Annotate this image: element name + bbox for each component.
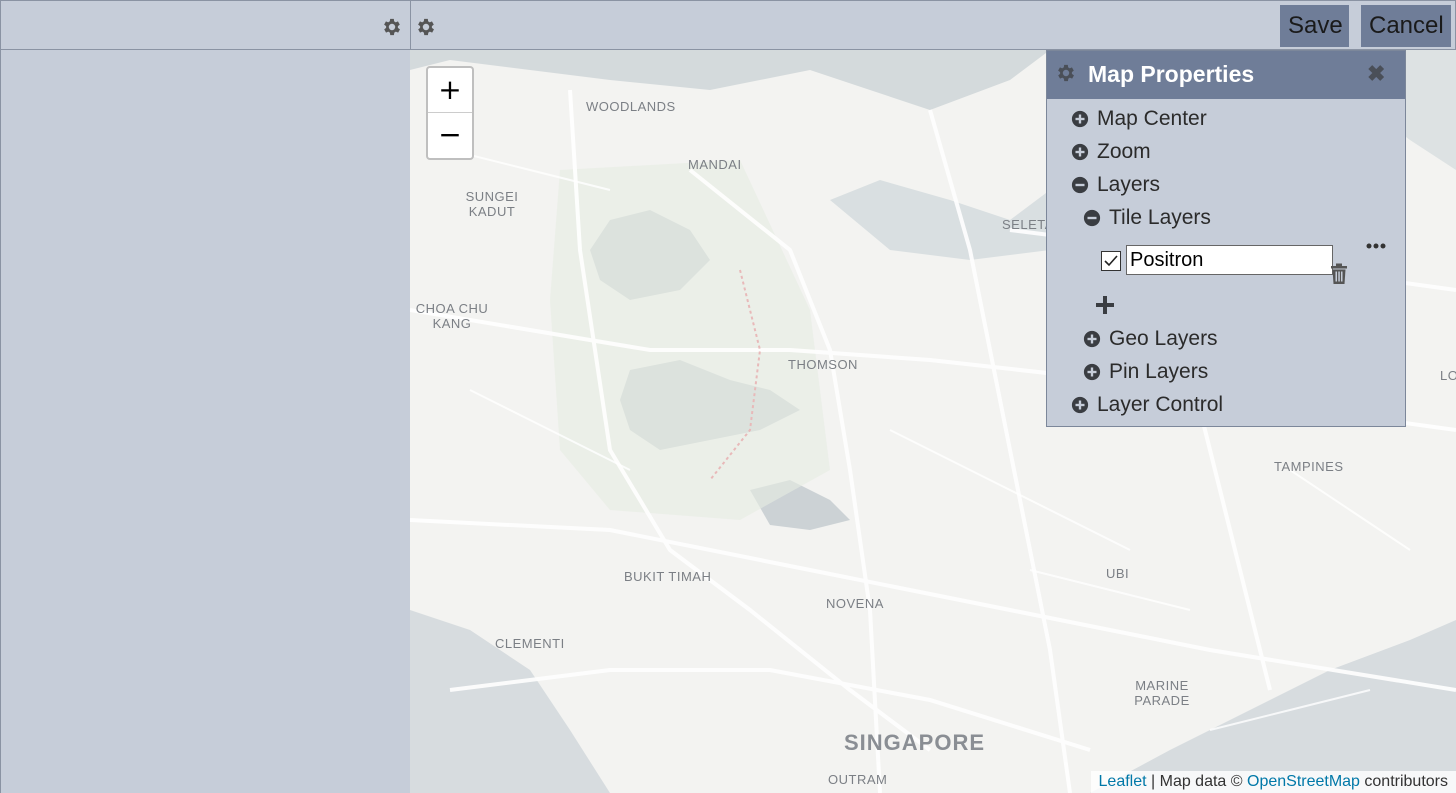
add-icon[interactable]	[1095, 295, 1115, 315]
tile-layer-name-input[interactable]	[1126, 245, 1333, 275]
map-label: WOODLANDS	[586, 99, 676, 114]
leaflet-link[interactable]: Leaflet	[1099, 773, 1147, 790]
left-panel-header	[1, 1, 411, 50]
tree-item-label: Geo Layers	[1109, 327, 1218, 350]
minus-circle-icon	[1071, 176, 1089, 194]
map-label: CLEMENTI	[495, 636, 565, 651]
tree-item-zoom[interactable]: Zoom	[1071, 140, 1151, 164]
map-label: NOVENA	[826, 596, 884, 611]
map-label: MARINE PARADE	[1134, 678, 1190, 708]
map-attribution: Leaflet | Map data © OpenStreetMap contr…	[1090, 771, 1456, 793]
gear-icon	[1058, 64, 1074, 82]
tree-item-label: Layer Control	[1097, 393, 1224, 416]
map-label: SUNGEI KADUT	[465, 189, 519, 219]
attribution-text: | Map data ©	[1146, 773, 1247, 790]
osm-link[interactable]: OpenStreetMap	[1247, 773, 1360, 790]
map-label: OUTRAM	[828, 772, 888, 787]
gear-icon[interactable]	[415, 16, 437, 38]
tree-item-label: Map Center	[1097, 107, 1207, 130]
tree-item-label: Tile Layers	[1109, 206, 1211, 229]
map-properties-panel: Map Properties ✖ Map Center Zoom Layers …	[1046, 50, 1406, 427]
cancel-button[interactable]: Cancel	[1361, 5, 1451, 47]
minus-circle-icon	[1083, 209, 1101, 227]
tree-item-layers[interactable]: Layers	[1071, 173, 1160, 197]
save-button[interactable]: Save	[1280, 5, 1349, 47]
plus-circle-icon	[1071, 110, 1089, 128]
zoom-out-button[interactable]: −	[428, 113, 472, 158]
trash-icon[interactable]	[1329, 263, 1349, 285]
tree-item-layer-control[interactable]: Layer Control	[1071, 393, 1223, 417]
zoom-in-button[interactable]: +	[428, 68, 472, 113]
tree-item-tile-layers[interactable]: Tile Layers	[1083, 206, 1211, 230]
plus-circle-icon	[1083, 363, 1101, 381]
panel-header: Map Properties ✖	[1047, 51, 1405, 99]
map-label: MANDAI	[688, 157, 742, 172]
map-label: BUKIT TIMAH	[624, 569, 712, 584]
map-label: LO	[1440, 368, 1456, 383]
left-panel	[0, 50, 410, 793]
map-label: TAMPINES	[1274, 459, 1344, 474]
close-icon[interactable]: ✖	[1367, 61, 1385, 87]
tree-item-map-center[interactable]: Map Center	[1071, 107, 1207, 131]
zoom-control: + −	[426, 66, 474, 160]
tree-item-label: Layers	[1097, 173, 1161, 196]
tree-item-label: Zoom	[1097, 140, 1151, 163]
more-options-icon[interactable]	[1365, 241, 1387, 251]
layer-visible-checkbox[interactable]	[1101, 251, 1121, 271]
plus-circle-icon	[1071, 143, 1089, 161]
map-label: THOMSON	[788, 357, 858, 372]
map-label: CHOA CHU KANG	[415, 301, 489, 331]
panel-title: Map Properties	[1088, 61, 1255, 87]
tree-item-pin-layers[interactable]: Pin Layers	[1083, 360, 1208, 384]
map-label: UBI	[1106, 566, 1130, 581]
map-label: SINGAPORE	[844, 730, 986, 755]
tree-item-geo-layers[interactable]: Geo Layers	[1083, 327, 1218, 351]
plus-circle-icon	[1083, 330, 1101, 348]
gear-icon[interactable]	[381, 16, 403, 38]
tree-item-label: Pin Layers	[1109, 360, 1209, 383]
top-toolbar: Save Cancel	[0, 0, 1456, 50]
checkmark-icon	[1104, 255, 1118, 267]
plus-circle-icon	[1071, 396, 1089, 414]
attribution-text: contributors	[1359, 773, 1448, 790]
